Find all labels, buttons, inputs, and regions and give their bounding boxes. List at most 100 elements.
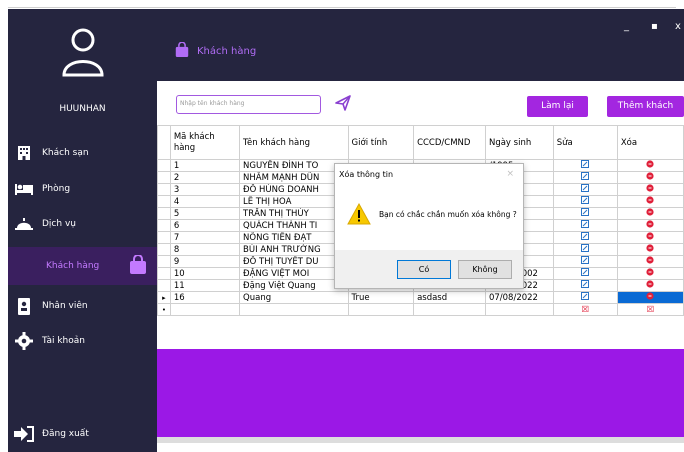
send-search-icon[interactable] bbox=[335, 95, 351, 114]
edit-icon[interactable] bbox=[552, 159, 618, 172]
edit-icon[interactable] bbox=[552, 195, 618, 208]
maximize-button[interactable]: ▪ bbox=[651, 21, 658, 32]
no-button[interactable]: Không bbox=[458, 260, 512, 279]
table-cell[interactable] bbox=[239, 303, 349, 316]
table-cell[interactable]: ĐỖ HÙNG DOANH bbox=[239, 183, 349, 196]
column-header-gender[interactable]: Giới tính bbox=[347, 125, 415, 160]
edit-icon[interactable] bbox=[552, 207, 618, 220]
table-cell[interactable]: NGUYỄN ĐÌNH TO bbox=[239, 159, 349, 172]
table-row[interactable]: ▸ 16 Quang True asdasd 07/08/2022 bbox=[157, 291, 684, 304]
table-cell[interactable]: 2 bbox=[169, 171, 241, 184]
delete-icon[interactable] bbox=[616, 255, 684, 268]
search-input[interactable]: Nhập tên khách hàng bbox=[176, 95, 321, 114]
edit-icon[interactable] bbox=[552, 267, 618, 280]
column-header-name[interactable]: Tên khách hàng bbox=[239, 125, 349, 160]
column-header-edit[interactable]: Sửa bbox=[552, 125, 618, 160]
delete-icon[interactable] bbox=[616, 183, 684, 196]
table-cell[interactable]: 10 bbox=[169, 267, 241, 280]
row-header[interactable] bbox=[157, 219, 171, 232]
edit-icon[interactable] bbox=[552, 171, 618, 184]
edit-placeholder-icon[interactable]: ☒ bbox=[552, 303, 618, 316]
table-cell[interactable]: Đặng Việt Quang bbox=[239, 279, 349, 292]
edit-icon[interactable] bbox=[552, 219, 618, 232]
row-header[interactable] bbox=[157, 243, 171, 256]
delete-icon[interactable] bbox=[616, 159, 684, 172]
column-header-id[interactable]: Mã khách hàng bbox=[169, 125, 241, 160]
edit-icon[interactable] bbox=[552, 183, 618, 196]
table-cell[interactable]: True bbox=[347, 291, 415, 304]
new-row[interactable]: • ☒ ☒ bbox=[157, 303, 684, 316]
sidebar-item-staff[interactable]: Nhân viên bbox=[8, 289, 157, 323]
table-cell[interactable]: 7 bbox=[169, 231, 241, 244]
table-cell[interactable]: 3 bbox=[169, 183, 241, 196]
delete-icon[interactable] bbox=[616, 231, 684, 244]
delete-icon[interactable] bbox=[616, 195, 684, 208]
table-cell[interactable]: NÔNG TIẾN ĐẠT bbox=[239, 231, 349, 244]
minimize-button[interactable]: _ bbox=[624, 21, 629, 32]
sidebar-item-account[interactable]: Tài khoản bbox=[8, 324, 157, 358]
delete-icon[interactable] bbox=[616, 219, 684, 232]
row-header[interactable] bbox=[157, 183, 171, 196]
table-cell[interactable]: 07/08/2022 bbox=[484, 291, 554, 304]
delete-icon[interactable] bbox=[616, 291, 684, 304]
reset-button[interactable]: Làm lại bbox=[527, 96, 588, 117]
row-header[interactable] bbox=[157, 159, 171, 172]
edit-icon[interactable] bbox=[552, 279, 618, 292]
table-cell[interactable]: ĐỖ THỊ TUYẾT DU bbox=[239, 255, 349, 268]
add-customer-button[interactable]: Thêm khách hàng bbox=[607, 96, 684, 132]
sidebar-item-label: Khách hàng bbox=[46, 261, 100, 271]
sidebar-item-hotel[interactable]: Khách sạn bbox=[8, 136, 157, 170]
table-cell[interactable]: asdasd bbox=[413, 291, 486, 304]
delete-icon[interactable] bbox=[616, 207, 684, 220]
row-header[interactable] bbox=[157, 279, 171, 292]
delete-icon[interactable] bbox=[616, 267, 684, 280]
yes-button[interactable]: Có bbox=[397, 260, 451, 279]
row-header[interactable] bbox=[157, 255, 171, 268]
table-cell[interactable]: 4 bbox=[169, 195, 241, 208]
column-header-delete[interactable]: Xóa bbox=[616, 125, 684, 160]
row-header[interactable]: ▸ bbox=[157, 291, 171, 304]
close-window-button[interactable]: x bbox=[675, 21, 681, 32]
table-cell[interactable]: 8 bbox=[169, 243, 241, 256]
logout-button[interactable]: Đăng xuất bbox=[8, 417, 157, 451]
column-header-idcard[interactable]: CCCD/CMND bbox=[413, 125, 486, 160]
edit-icon[interactable] bbox=[552, 255, 618, 268]
row-header[interactable]: • bbox=[157, 303, 171, 316]
table-cell[interactable]: BÙI ANH TRƯỜNG bbox=[239, 243, 349, 256]
delete-icon[interactable] bbox=[616, 243, 684, 256]
table-cell[interactable]: NHÂM MẠNH DŨN bbox=[239, 171, 349, 184]
edit-icon[interactable] bbox=[552, 231, 618, 244]
sidebar-item-service[interactable]: Dịch vụ bbox=[8, 207, 157, 241]
row-header[interactable] bbox=[157, 207, 171, 220]
gear-icon bbox=[14, 331, 34, 351]
edit-icon[interactable] bbox=[552, 243, 618, 256]
row-header[interactable] bbox=[157, 231, 171, 244]
table-cell[interactable] bbox=[347, 303, 415, 316]
table-cell[interactable]: LÊ THỊ HOA bbox=[239, 195, 349, 208]
delete-icon[interactable] bbox=[616, 171, 684, 184]
delete-placeholder-icon[interactable]: ☒ bbox=[616, 303, 684, 316]
row-header[interactable] bbox=[157, 267, 171, 280]
table-cell[interactable]: Quang bbox=[239, 291, 349, 304]
logout-icon bbox=[14, 424, 34, 444]
delete-icon[interactable] bbox=[616, 279, 684, 292]
table-cell[interactable]: 9 bbox=[169, 255, 241, 268]
sidebar-item-room[interactable]: Phòng bbox=[8, 172, 157, 206]
row-header[interactable] bbox=[157, 195, 171, 208]
table-cell[interactable]: 11 bbox=[169, 279, 241, 292]
edit-icon[interactable] bbox=[552, 291, 618, 304]
dialog-close-button[interactable]: × bbox=[506, 169, 514, 179]
row-header[interactable] bbox=[157, 171, 171, 184]
table-cell[interactable] bbox=[413, 303, 486, 316]
table-cell[interactable]: 5 bbox=[169, 207, 241, 220]
table-cell[interactable] bbox=[169, 303, 241, 316]
table-cell[interactable]: 6 bbox=[169, 219, 241, 232]
table-cell[interactable] bbox=[484, 303, 554, 316]
table-cell[interactable]: 16 bbox=[169, 291, 241, 304]
sidebar-item-customer[interactable]: Khách hàng bbox=[8, 247, 157, 285]
table-cell[interactable]: ĐẶNG VIỆT MOI bbox=[239, 267, 349, 280]
column-header-dob[interactable]: Ngày sinh bbox=[484, 125, 554, 160]
table-cell[interactable]: QUÁCH THÀNH TI bbox=[239, 219, 349, 232]
table-cell[interactable]: 1 bbox=[169, 159, 241, 172]
table-cell[interactable]: TRẦN THỊ THÙY bbox=[239, 207, 349, 220]
